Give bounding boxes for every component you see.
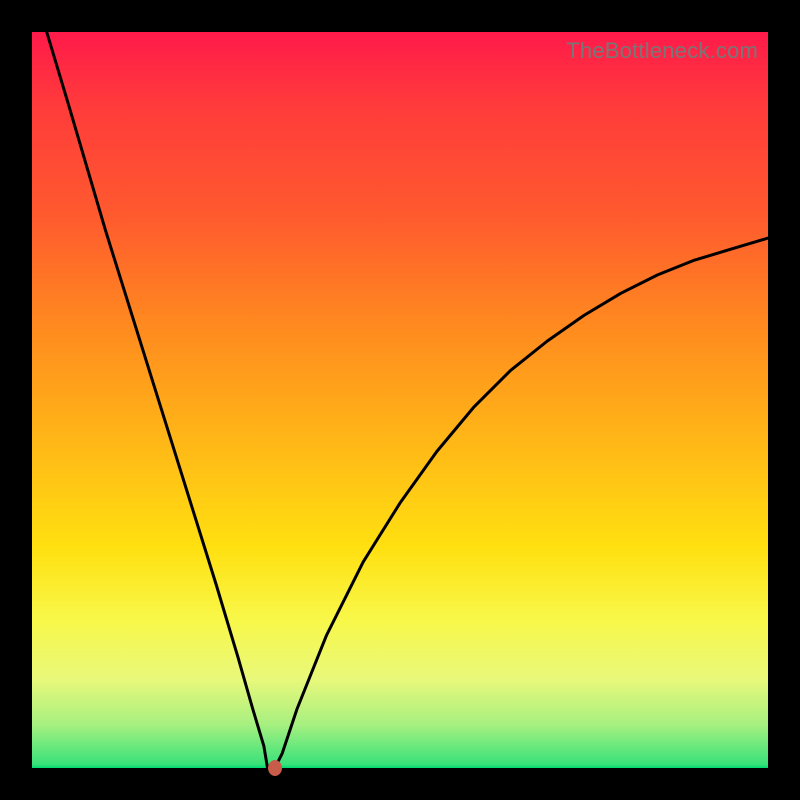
- bottleneck-curve: [32, 32, 768, 768]
- chart-container: TheBottleneck.com: [0, 0, 800, 800]
- plot-area: TheBottleneck.com: [32, 32, 768, 768]
- optimal-point-marker: [268, 760, 282, 776]
